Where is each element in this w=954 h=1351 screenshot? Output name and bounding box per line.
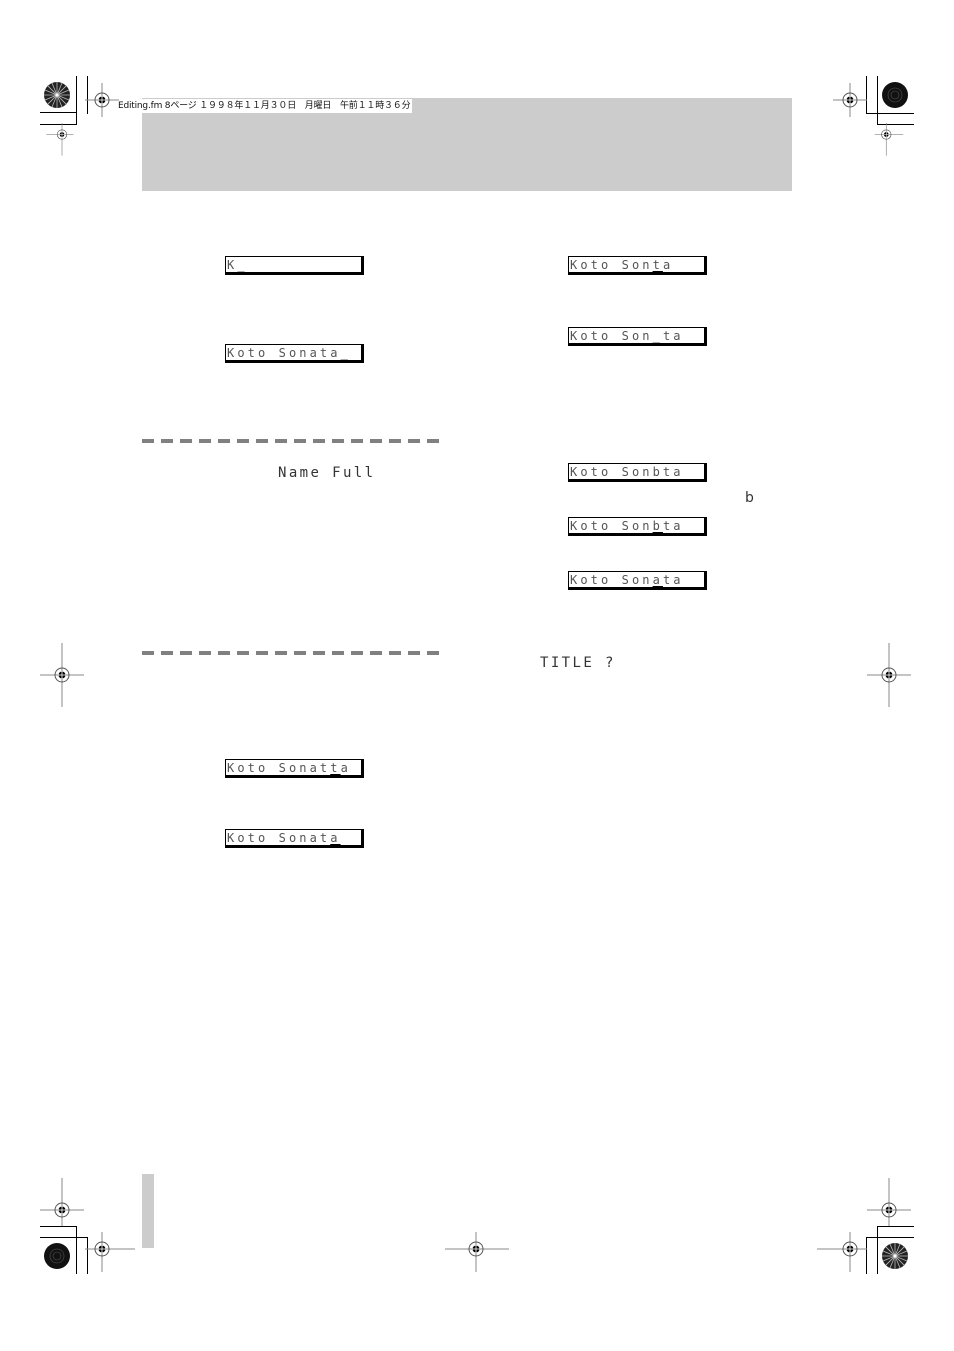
lcd-cursor-char: t (652, 258, 663, 272)
lcd-cursor: _ (237, 258, 248, 272)
registration-mark-icon (833, 83, 867, 117)
registration-mark-icon (817, 1232, 867, 1272)
crop-mark-line (877, 1226, 878, 1274)
lcd-text: Koto Son (570, 519, 653, 533)
lcd-display: K_ (225, 256, 364, 275)
lcd-text: ta (662, 519, 684, 533)
section-divider (142, 439, 446, 443)
crop-mark-line (866, 113, 914, 114)
starburst-target-icon (44, 82, 70, 108)
crop-mark-line (40, 1237, 88, 1238)
lcd-display: Koto Son_ta (568, 327, 707, 346)
character-b-label: b (745, 490, 754, 506)
crop-mark-line (40, 112, 76, 113)
solid-target-icon (882, 82, 908, 108)
registration-mark-icon (40, 1178, 84, 1226)
page-side-tab (142, 1174, 154, 1248)
registration-mark-icon (40, 643, 84, 707)
name-full-message: Name Full (278, 465, 376, 481)
registration-mark-icon (867, 643, 911, 707)
lcd-text: Koto Sonat (227, 761, 331, 775)
lcd-cursor-char: a (330, 831, 341, 845)
lcd-text: K (227, 258, 238, 272)
starburst-target-icon (882, 1243, 908, 1269)
crop-mark-line (877, 76, 878, 125)
lcd-text: Koto Sonbta (570, 465, 684, 479)
registration-mark-icon (85, 83, 119, 117)
lcd-display: Koto Sonata (568, 571, 707, 590)
title-prompt: TITLE ? (540, 655, 616, 671)
lcd-display: Koto Sonbta (568, 463, 707, 482)
lcd-text: Koto Son (570, 258, 653, 272)
registration-mark-icon (46, 123, 74, 156)
lcd-display: Koto Sonbta (568, 517, 707, 536)
lcd-text: Koto Sonat (227, 831, 331, 845)
crop-mark-line (866, 1237, 914, 1238)
lcd-text: Koto Son (570, 573, 653, 587)
lcd-cursor-char: t (330, 761, 341, 775)
crop-mark-line (76, 76, 77, 125)
lcd-cursor: _ (340, 346, 351, 360)
registration-mark-icon (867, 1178, 911, 1226)
registration-mark-icon (874, 123, 904, 156)
lcd-text: ta (662, 573, 684, 587)
lcd-display: Koto Sonata_ (225, 344, 364, 363)
lcd-text: a (340, 761, 351, 775)
lcd-cursor: _ (652, 329, 663, 343)
file-meta-line: Editing.fm 8ページ １９９８年１１月３０日 月曜日 午前１１時３６分 (116, 99, 413, 113)
registration-mark-icon (85, 1232, 135, 1272)
lcd-display: Koto Sonata (225, 829, 364, 848)
lcd-text: ta (662, 329, 684, 343)
solid-target-icon (44, 1243, 70, 1269)
lcd-text: a (662, 258, 674, 272)
lcd-text: Koto Son (570, 329, 653, 343)
lcd-cursor-char: a (652, 573, 663, 587)
lcd-text: Koto Sonata (227, 346, 341, 360)
section-divider (142, 651, 446, 655)
registration-mark-icon (445, 1232, 509, 1272)
lcd-display: Koto Sonatta (225, 759, 364, 778)
lcd-cursor-char: b (652, 519, 663, 533)
lcd-display: Koto Sonta (568, 256, 707, 275)
crop-mark-line (76, 1226, 77, 1274)
